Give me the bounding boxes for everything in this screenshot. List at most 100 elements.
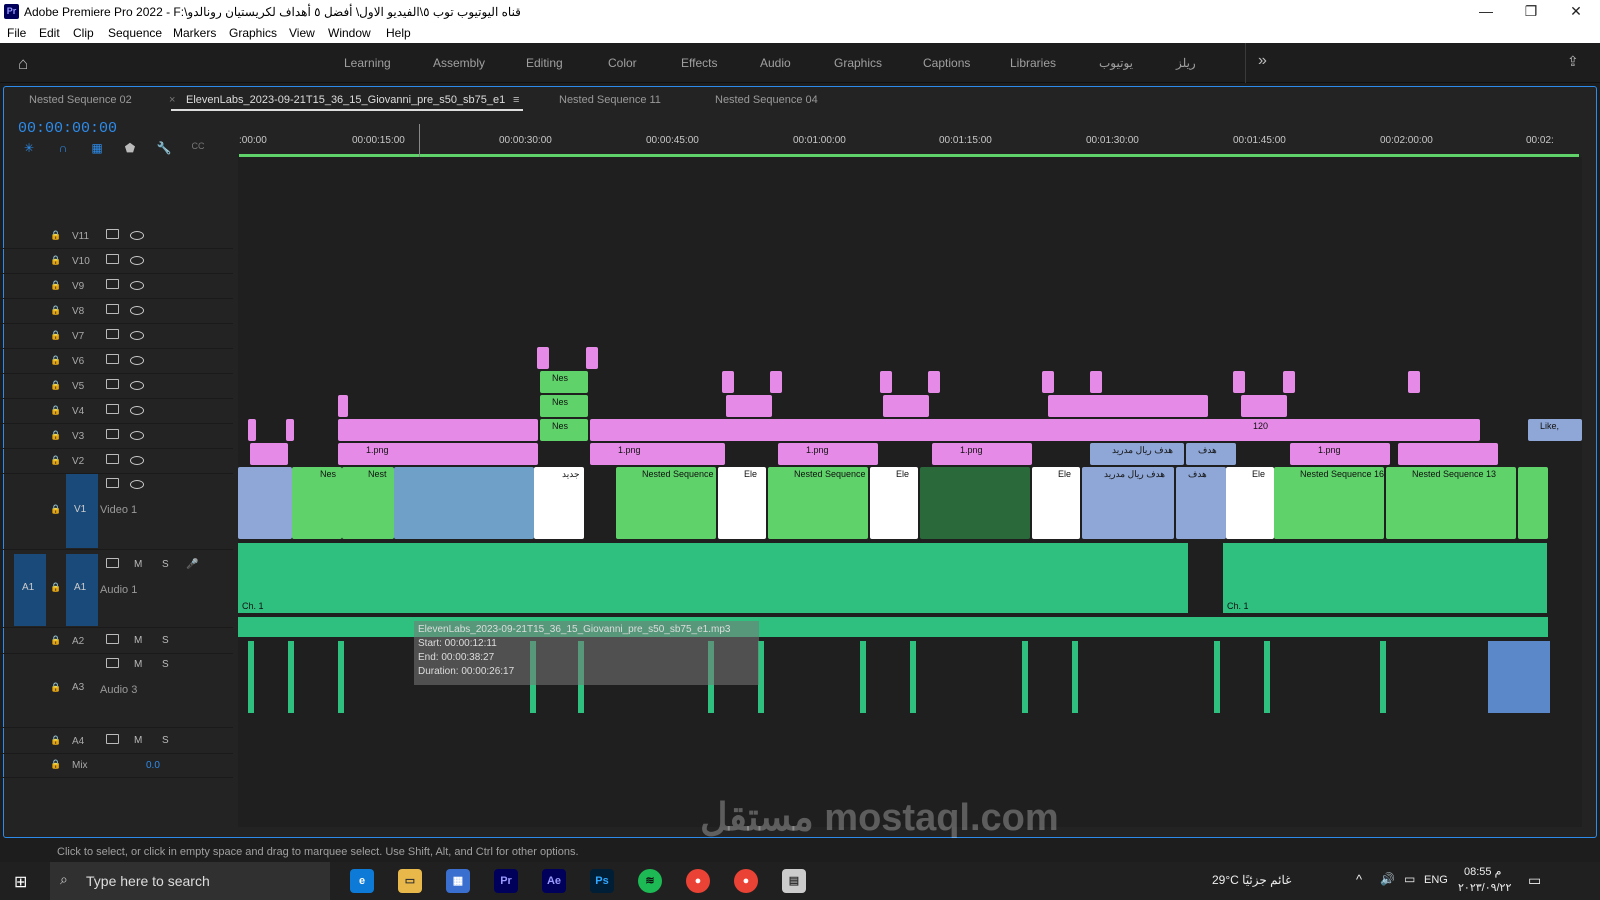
clip-v1[interactable]: هدف [1176,467,1226,539]
sync-lock-icon[interactable] [106,454,119,464]
clip-v2[interactable]: 1.png [590,443,725,465]
sync-lock-icon[interactable] [106,304,119,314]
lock-icon[interactable]: 🔒 [50,280,61,290]
sync-lock-icon[interactable] [106,329,119,339]
edge-icon[interactable]: e [350,869,374,893]
volume-icon[interactable]: 🔊 [1380,872,1395,886]
eye-icon[interactable] [130,306,144,315]
lock-icon[interactable]: 🔒 [50,355,61,365]
tab-elevenlabs[interactable]: ElevenLabs_2023-09-21T15_36_15_Giovanni_… [186,94,505,106]
lock-icon[interactable]: 🔒 [50,405,61,415]
audio-clip-a1[interactable]: Ch. 1 [238,543,1188,613]
workspace-audio[interactable]: Audio [760,56,791,70]
lock-icon[interactable]: 🔒 [50,759,61,769]
eye-icon[interactable] [130,406,144,415]
eye-icon[interactable] [130,281,144,290]
tab-nested-sequence-02[interactable]: Nested Sequence 02 [29,94,132,106]
clip-v3[interactable] [338,419,538,441]
lock-icon[interactable]: 🔒 [50,635,61,645]
eye-icon[interactable] [130,456,144,465]
clip-v6[interactable] [586,347,598,369]
clip-v5[interactable] [1233,371,1245,393]
solo-button[interactable]: S [162,559,169,570]
eye-icon[interactable] [130,381,144,390]
clip-v3[interactable]: Like, [1528,419,1582,441]
home-icon[interactable]: ⌂ [18,54,28,74]
after-effects-icon[interactable]: Ae [542,869,566,893]
photoshop-icon[interactable]: Ps [590,869,614,893]
clip-v4[interactable] [338,395,348,417]
workspace-effects[interactable]: Effects [681,56,717,70]
workspace-libraries[interactable]: Libraries [1010,56,1056,70]
clip-v1[interactable] [1518,467,1548,539]
clip-v1[interactable]: Nes [292,467,342,539]
clip-v1[interactable] [394,467,534,539]
voiceover-mic-icon[interactable]: 🎤 [186,559,198,570]
audio-clip-a3[interactable] [1072,641,1078,713]
lock-icon[interactable]: 🔒 [50,735,61,745]
clip-v4[interactable] [883,395,929,417]
mix-value[interactable]: 0.0 [146,760,160,771]
solo-button[interactable]: S [162,735,169,746]
menu-sequence[interactable]: Sequence [108,26,162,40]
time-ruler[interactable]: :00:00 00:00:15:00 00:00:30:00 00:00:45:… [239,124,1579,160]
eye-icon[interactable] [130,431,144,440]
clip-v4[interactable] [726,395,772,417]
workspace-youtube[interactable]: يوتيوب [1099,56,1133,70]
sync-lock-icon[interactable] [106,478,119,488]
clip-v1[interactable]: هدف ريال مدريد [1082,467,1174,539]
file-explorer-icon[interactable]: ▭ [398,869,422,893]
clip-v3[interactable] [286,419,294,441]
menu-file[interactable]: File [7,26,26,40]
audio-clip-a3[interactable] [338,641,344,713]
language-indicator[interactable]: ENG [1424,874,1448,886]
menu-graphics[interactable]: Graphics [229,26,277,40]
menu-help[interactable]: Help [386,26,411,40]
lock-icon[interactable]: 🔒 [50,305,61,315]
eye-icon[interactable] [130,256,144,265]
clip-v1[interactable]: Ele [1032,467,1080,539]
workspace-captions[interactable]: Captions [923,56,970,70]
menu-window[interactable]: Window [328,26,371,40]
clip-v5[interactable] [1090,371,1102,393]
menu-clip[interactable]: Clip [73,26,94,40]
notepad-icon[interactable]: ▤ [782,869,806,893]
audio-clip-a3[interactable] [1214,641,1220,713]
solo-button[interactable]: S [162,635,169,646]
clip-v5[interactable] [770,371,782,393]
sync-lock-icon[interactable] [106,658,119,668]
sync-lock-icon[interactable] [106,558,119,568]
lock-icon[interactable]: 🔒 [50,430,61,440]
weather-text[interactable]: 29°C غائم جزئيًا [1212,873,1291,887]
clip-v2[interactable]: 1.png [338,443,538,465]
playhead-line[interactable] [419,124,420,160]
clip-v5[interactable] [1283,371,1295,393]
tab-nested-sequence-04[interactable]: Nested Sequence 04 [715,94,818,106]
workspace-assembly[interactable]: Assembly [433,56,485,70]
tab-menu-icon[interactable]: ≡ [513,94,519,106]
sync-lock-icon[interactable] [106,229,119,239]
clip-v4[interactable]: Nes [540,395,588,417]
clip-v2[interactable]: هدف ريال مدريد [1090,443,1184,465]
clip-v2[interactable]: هدف [1186,443,1236,465]
clip-v5[interactable] [1042,371,1054,393]
menu-markers[interactable]: Markers [173,26,216,40]
clip-v5[interactable]: Nes [540,371,588,393]
audio-clip-a3[interactable] [1380,641,1386,713]
clip-v1[interactable] [238,467,292,539]
clip-v4[interactable] [1241,395,1287,417]
share-icon[interactable]: ⇪ [1567,53,1579,70]
clip-v1[interactable]: Nest [342,467,394,539]
source-patch-v1[interactable]: V1 [66,474,98,548]
sync-lock-icon[interactable] [106,254,119,264]
audio-clip-a3[interactable] [1022,641,1028,713]
clip-v1[interactable]: Ele [718,467,766,539]
sync-lock-icon[interactable] [106,734,119,744]
maximize-button[interactable]: ❐ [1509,0,1553,22]
mute-button[interactable]: M [134,635,142,646]
clip-v1[interactable]: Nested Sequence [616,467,716,539]
premiere-taskbar-icon[interactable]: Pr [494,869,518,893]
clip-v2[interactable]: 1.png [932,443,1032,465]
workspace-color[interactable]: Color [608,56,637,70]
menu-edit[interactable]: Edit [39,26,60,40]
